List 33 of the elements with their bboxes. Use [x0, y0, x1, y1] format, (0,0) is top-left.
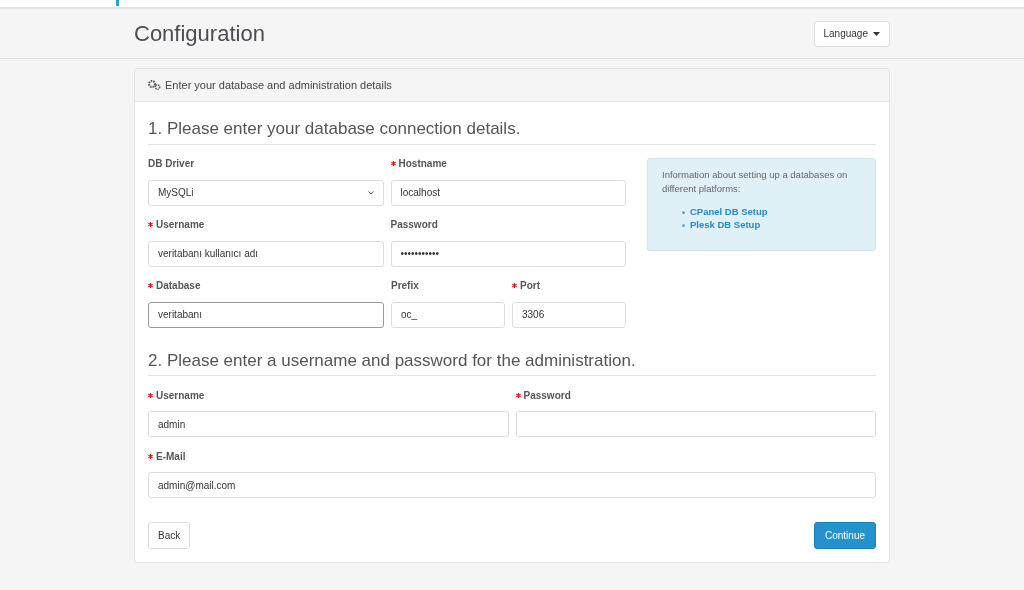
- field-label: DB Driver: [148, 157, 195, 171]
- input-field[interactable]: •••••••••••: [390, 240, 626, 267]
- select-field[interactable]: MySQLi: [148, 179, 384, 206]
- field-label: Prefix: [391, 279, 419, 293]
- field-label: Hostname: [398, 157, 447, 171]
- input-field[interactable]: oc_: [391, 301, 505, 328]
- input-field[interactable]: veritabanı kullanıcı adı: [148, 240, 384, 267]
- input-field[interactable]: 3306: [512, 301, 626, 328]
- field-label: Database: [156, 279, 201, 293]
- field-label: Port: [520, 279, 540, 293]
- input-field[interactable]: admin: [148, 411, 509, 437]
- field-label: Username: [156, 218, 205, 232]
- gears-icon: [148, 80, 161, 90]
- input-field[interactable]: veritabanı: [148, 301, 384, 328]
- field-label: Username: [156, 388, 205, 403]
- input-field[interactable]: admin@mail.com: [148, 472, 876, 498]
- field-label: E-Mail: [156, 449, 186, 464]
- input-field[interactable]: [515, 411, 876, 437]
- chevron-icon: [367, 190, 374, 195]
- info-text: Information about setting up a databases on different platforms:: [662, 167, 849, 196]
- input-field[interactable]: localhost: [390, 179, 626, 206]
- panel-heading: Enter your database and administration details: [165, 77, 392, 93]
- back-button[interactable]: Back: [148, 522, 191, 549]
- field-label: Password: [390, 218, 438, 232]
- caret-icon: [873, 31, 880, 36]
- section-title: 2. Please enter a username and password for the administration.: [148, 347, 876, 376]
- bullet-icon: [682, 223, 685, 227]
- bullet-icon: [682, 210, 685, 214]
- page-title: Configuration: [134, 20, 265, 48]
- accent-mark: [116, 0, 119, 6]
- language-button[interactable]: Language: [813, 20, 890, 47]
- field-label: Password: [523, 388, 571, 403]
- section-title: 1. Please enter your database connection details.: [148, 116, 876, 145]
